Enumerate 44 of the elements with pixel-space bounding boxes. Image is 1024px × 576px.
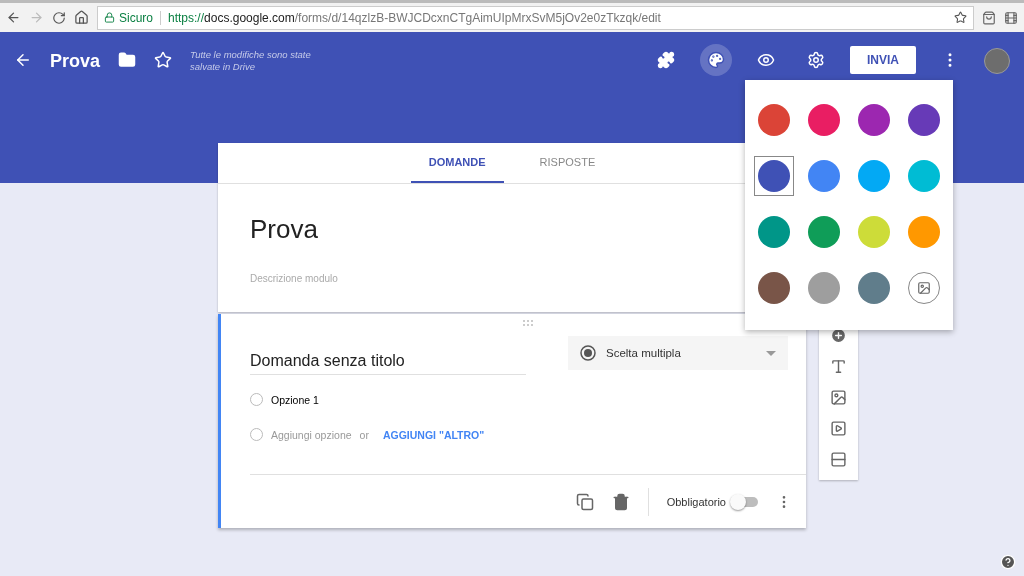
title-icon[interactable] <box>830 358 847 375</box>
puzzle-icon[interactable] <box>657 51 675 69</box>
option-label[interactable]: Opzione 1 <box>271 393 319 406</box>
add-other-link[interactable]: AGGIUNGI "ALTRO" <box>382 428 485 441</box>
home-icon[interactable] <box>74 10 89 25</box>
tab[interactable]: DOMANDE <box>410 143 504 183</box>
image-icon[interactable] <box>830 389 847 406</box>
palette-icon <box>707 51 725 69</box>
folder-icon[interactable] <box>118 51 137 69</box>
caret-icon <box>766 350 776 356</box>
back-icon[interactable] <box>6 10 21 25</box>
question-type-dropdown[interactable]: Scelta multipla <box>568 336 788 370</box>
settings-icon[interactable] <box>807 51 825 69</box>
drag-handle-icon[interactable] <box>522 320 534 326</box>
video-icon[interactable] <box>830 420 847 437</box>
lock-icon <box>104 12 115 23</box>
required-label: Obbligatorio <box>666 495 726 508</box>
palette-button[interactable] <box>700 44 732 76</box>
radio-button[interactable] <box>250 393 263 406</box>
radio-icon <box>580 345 596 361</box>
section-icon[interactable] <box>830 451 847 468</box>
form-name: Prova <box>50 51 101 72</box>
back-icon[interactable] <box>14 51 32 69</box>
image-icon <box>917 281 931 295</box>
duplicate-icon[interactable] <box>575 492 594 511</box>
help-icon[interactable] <box>1000 554 1016 570</box>
address-bar[interactable]: Sicuro https://docs.google.com/forms/d/14qzlzB-BWJCDcxnCTgAimUIpMrxSvM5jOv2e0zTkzqk/edit <box>97 5 974 30</box>
star-icon[interactable] <box>154 51 173 69</box>
color-swatch[interactable] <box>754 156 794 196</box>
question-title-field[interactable]: Domanda senza titolo <box>250 342 526 375</box>
save-status: Tutte le modifiche sono state salvate in Drive <box>190 49 312 73</box>
bookmark-icon[interactable] <box>954 11 967 24</box>
avatar <box>984 48 1010 74</box>
film-icon[interactable] <box>1004 10 1018 25</box>
or-text: or <box>359 428 369 441</box>
eye-icon[interactable] <box>757 51 775 69</box>
security-label: Sicuro <box>119 10 153 25</box>
tab[interactable]: RISPOSTE <box>521 143 614 183</box>
delete-icon[interactable] <box>611 492 630 511</box>
bag-icon[interactable] <box>982 10 996 25</box>
url-text: https://docs.google.com/forms/d/14qzlzB-BWJCDcxnCTgAimUIpMrxSvM5jOv2e0zTkzqk/edit <box>168 10 661 25</box>
reload-icon[interactable] <box>52 10 66 25</box>
send-button[interactable]: INVIA <box>850 46 916 74</box>
required-switch[interactable] <box>732 496 758 507</box>
